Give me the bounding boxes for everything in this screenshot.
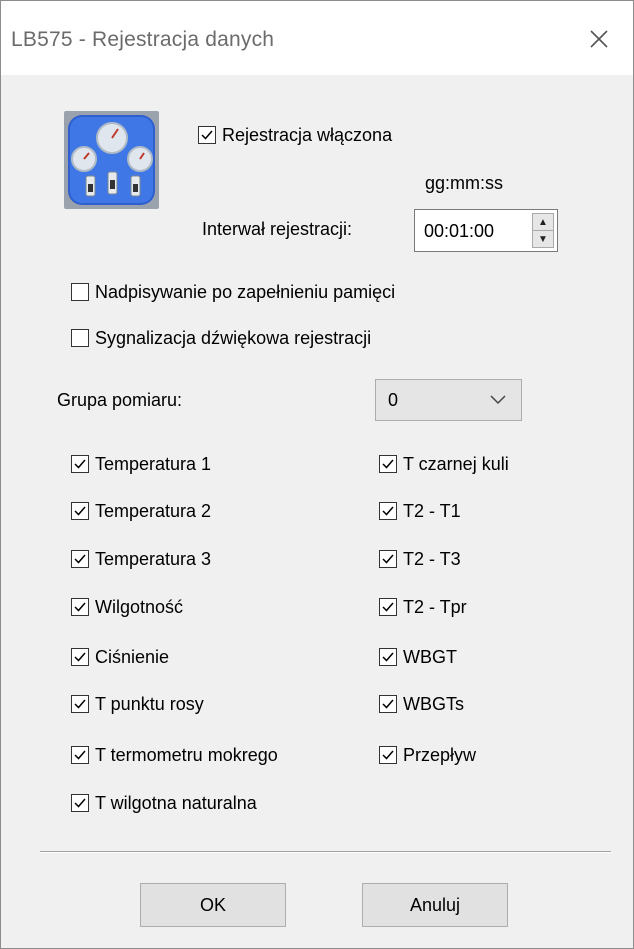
channel-label: Ciśnienie [95, 646, 170, 667]
channel-checkbox[interactable]: Przepływ [379, 742, 476, 768]
channel-label: Temperatura 3 [95, 548, 212, 569]
channel-checkbox[interactable]: WBGTs [379, 691, 464, 717]
checkbox-box[interactable] [71, 746, 89, 764]
close-icon[interactable] [583, 23, 615, 55]
checkbox-box[interactable] [71, 502, 89, 520]
checkbox-box[interactable] [71, 283, 89, 301]
channel-label: T2 - T1 [403, 500, 461, 521]
spin-down-button[interactable]: ▼ [533, 231, 553, 247]
spin-up-button[interactable]: ▲ [533, 214, 553, 231]
channel-checkbox[interactable]: T wilgotna naturalna [71, 790, 257, 816]
checkbox-box[interactable] [379, 598, 397, 616]
group-label: Grupa pomiaru: [57, 390, 183, 410]
group-select[interactable]: 0 [375, 379, 522, 421]
channel-checkbox[interactable]: T termometru mokrego [71, 742, 278, 768]
channel-label: WBGTs [403, 693, 464, 714]
spin-arrows-icon[interactable]: ▲ ▼ [532, 213, 554, 248]
checkbox-box[interactable] [71, 598, 89, 616]
checkbox-box[interactable] [379, 502, 397, 520]
ok-button[interactable]: OK [140, 883, 286, 927]
channel-checkbox[interactable]: T2 - T3 [379, 546, 461, 572]
channel-label: T czarnej kuli [403, 453, 509, 474]
channel-label: T2 - Tpr [403, 596, 467, 617]
channel-checkbox[interactable]: Temperatura 1 [71, 451, 211, 477]
channel-label: Wilgotność [95, 596, 184, 617]
window-title: LB575 - Rejestracja danych [11, 28, 275, 51]
channel-checkbox[interactable]: T2 - Tpr [379, 594, 467, 620]
chevron-down-icon[interactable] [489, 392, 507, 406]
channel-checkbox[interactable]: Wilgotność [71, 594, 183, 620]
channel-label: T punktu rosy [95, 693, 204, 714]
channel-checkbox[interactable]: WBGT [379, 644, 457, 670]
divider [40, 851, 611, 853]
checkbox-box[interactable] [379, 746, 397, 764]
channel-checkbox[interactable]: Ciśnienie [71, 644, 169, 670]
checkbox-box[interactable] [71, 329, 89, 347]
sound-label: Sygnalizacja dźwiękowa rejestracji [95, 327, 372, 348]
sound-checkbox[interactable]: Sygnalizacja dźwiękowa rejestracji [71, 325, 371, 351]
interval-stepper[interactable]: 00:01:00 ▲ ▼ [414, 209, 558, 252]
gauges-icon [63, 110, 160, 210]
channel-checkbox[interactable]: T2 - T1 [379, 498, 461, 524]
interval-label: Interwał rejestracji: [202, 219, 353, 239]
checkbox-box[interactable] [379, 695, 397, 713]
checkbox-box[interactable] [379, 648, 397, 666]
channel-label: T termometru mokrego [95, 744, 278, 765]
channel-label: Temperatura 2 [95, 500, 212, 521]
checkbox-box[interactable] [71, 550, 89, 568]
checkbox-box[interactable] [71, 695, 89, 713]
channel-label: WBGT [403, 646, 457, 667]
registration-enabled-label: Rejestracja włączona [222, 124, 393, 145]
checkbox-box[interactable] [71, 455, 89, 473]
checkbox-box[interactable] [71, 648, 89, 666]
checkbox-box[interactable] [71, 794, 89, 812]
channel-checkbox[interactable]: T czarnej kuli [379, 451, 509, 477]
format-hint: gg:mm:ss [425, 173, 504, 193]
dialog-window: LB575 - Rejestracja danych Rejestracja w… [0, 0, 634, 949]
cancel-button[interactable]: Anuluj [362, 883, 508, 927]
checkbox-box[interactable] [198, 126, 216, 144]
channel-label: Przepływ [403, 744, 477, 765]
channel-label: Temperatura 1 [95, 453, 212, 474]
checkbox-box[interactable] [379, 550, 397, 568]
channel-label: T wilgotna naturalna [95, 792, 257, 813]
channel-checkbox[interactable]: T punktu rosy [71, 691, 204, 717]
registration-enabled-checkbox[interactable]: Rejestracja włączona [198, 122, 392, 148]
group-value: 0 [388, 390, 399, 410]
interval-value[interactable]: 00:01:00 [424, 221, 494, 242]
channel-checkbox[interactable]: Temperatura 3 [71, 546, 211, 572]
title-bar: LB575 - Rejestracja danych [1, 1, 633, 75]
channel-label: T2 - T3 [403, 548, 461, 569]
checkbox-box[interactable] [379, 455, 397, 473]
overwrite-checkbox[interactable]: Nadpisywanie po zapełnieniu pamięci [71, 279, 395, 305]
overwrite-label: Nadpisywanie po zapełnieniu pamięci [95, 281, 396, 302]
channel-checkbox[interactable]: Temperatura 2 [71, 498, 211, 524]
